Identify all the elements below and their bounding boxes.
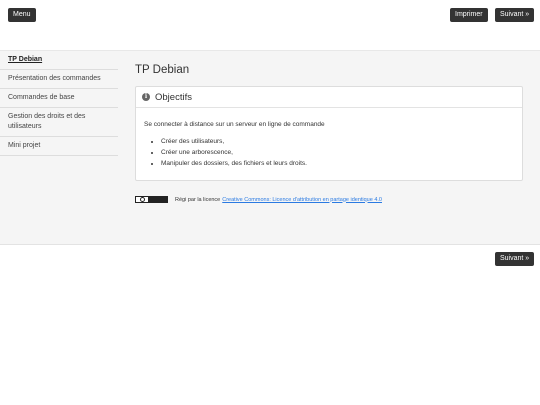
sidebar-item-gestion-droits[interactable]: Gestion des droits et des utilisateurs <box>0 108 118 137</box>
list-item: Créer une arborescence, <box>161 147 514 158</box>
next-button-bottom[interactable]: Suivant » <box>495 252 535 266</box>
list-item: Manipuler des dossiers, des fichiers et … <box>161 158 514 169</box>
menu-button[interactable]: Menu <box>8 8 36 22</box>
license-notice: Régi par la licence Creative Commons: Li… <box>135 196 382 203</box>
panel-body: Se connecter à distance sur un serveur e… <box>136 121 522 169</box>
page-title: TP Debian <box>135 64 190 76</box>
cc-license-icon[interactable] <box>135 196 168 203</box>
sidebar-item-mini-projet[interactable]: Mini projet <box>0 137 118 156</box>
sidebar-item-presentation-commandes[interactable]: Présentation des commandes <box>0 70 118 89</box>
license-text: Régi par la licence <box>175 196 221 203</box>
sidebar-item-commandes-base[interactable]: Commandes de base <box>0 89 118 108</box>
next-button-top[interactable]: Suivant » <box>495 8 535 22</box>
sidebar: TP Debian Présentation des commandes Com… <box>0 51 118 156</box>
panel-title: Objectifs <box>155 91 192 103</box>
list-item: Créer des utilisateurs, <box>161 136 514 147</box>
objectives-list: Créer des utilisateurs, Créer une arbore… <box>144 136 514 169</box>
panel-header: i Objectifs <box>136 87 522 108</box>
objectives-intro: Se connecter à distance sur un serveur e… <box>144 121 325 128</box>
objectives-panel: i Objectifs Se connecter à distance sur … <box>135 86 523 181</box>
print-button[interactable]: Imprimer <box>450 8 488 22</box>
info-icon: i <box>142 93 150 101</box>
license-link[interactable]: Creative Commons: Licence d'attribution … <box>222 197 382 203</box>
sidebar-item-tp-debian[interactable]: TP Debian <box>0 51 118 70</box>
